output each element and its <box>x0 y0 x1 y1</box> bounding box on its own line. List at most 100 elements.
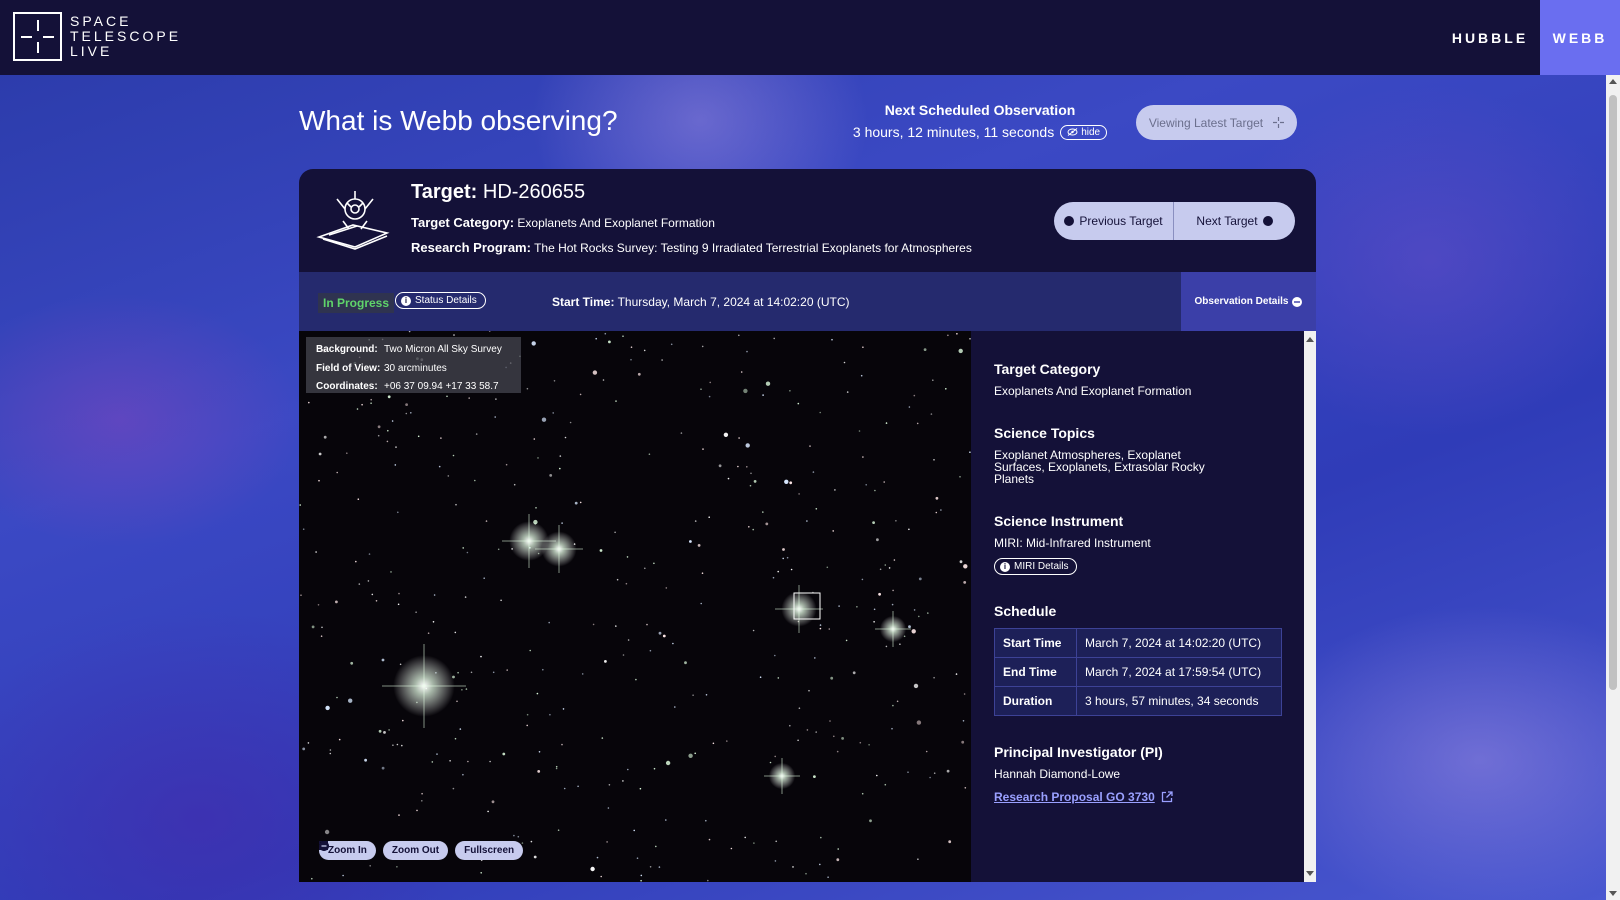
star <box>378 729 382 733</box>
star <box>665 819 667 821</box>
star <box>694 752 696 755</box>
star <box>324 829 330 835</box>
star <box>789 724 791 727</box>
star <box>962 720 965 722</box>
sky-survey-image[interactable]: Background: Two Micron All Sky Survey Fie… <box>299 331 971 882</box>
expand-icon <box>319 841 328 850</box>
star <box>396 743 399 746</box>
star <box>917 858 919 860</box>
star <box>449 760 451 762</box>
fullscreen-button[interactable]: Fullscreen <box>319 841 524 860</box>
star <box>604 332 607 335</box>
star <box>462 773 464 776</box>
miri-details-button[interactable]: i MIRI Details <box>994 558 1078 575</box>
star <box>812 471 815 473</box>
hide-countdown-button[interactable]: hide <box>1060 124 1108 140</box>
star <box>859 741 862 744</box>
star <box>836 858 840 862</box>
zoom-out-button[interactable]: Zoom Out <box>319 841 449 860</box>
star <box>364 758 367 762</box>
table-row: Start Time March 7, 2024 at 14:02:20 (UTC… <box>994 628 1282 658</box>
scroll-up-arrow-icon[interactable] <box>1306 337 1314 342</box>
research-proposal-link[interactable]: Research Proposal GO 3730 <box>994 790 1173 804</box>
star <box>440 437 442 439</box>
star <box>369 865 371 867</box>
star <box>336 471 338 474</box>
star <box>538 751 541 753</box>
star <box>559 467 561 470</box>
status-details-button[interactable]: i Status Details <box>395 292 486 309</box>
star <box>653 562 655 565</box>
star <box>453 334 455 336</box>
site-logo[interactable]: SPACE TELESCOPE LIVE <box>13 12 181 61</box>
star <box>492 671 495 674</box>
star <box>616 578 619 581</box>
star <box>918 615 920 618</box>
star <box>367 580 370 582</box>
star <box>398 592 400 595</box>
star <box>869 819 872 823</box>
next-target-button[interactable]: Next Target <box>1174 202 1295 240</box>
star <box>837 848 839 850</box>
star <box>431 761 434 763</box>
schedule-table: Start Time March 7, 2024 at 14:02:20 (UTC… <box>994 628 1282 716</box>
star <box>311 877 313 880</box>
star <box>730 847 733 850</box>
star <box>665 587 668 589</box>
star <box>908 406 911 408</box>
star <box>874 489 876 492</box>
status-badge: In Progress <box>318 293 395 313</box>
details-scrollbar[interactable] <box>1304 331 1316 882</box>
nav-webb[interactable]: WEBB <box>1540 0 1620 75</box>
target-label: Target: <box>411 181 478 203</box>
star <box>935 496 939 500</box>
star <box>410 412 412 414</box>
page-scroll-down-icon[interactable] <box>1609 891 1617 896</box>
countdown-text: 3 hours, 12 minutes, 11 seconds <box>852 124 1055 140</box>
nav-hubble[interactable]: HUBBLE <box>1440 0 1540 75</box>
star <box>694 520 697 522</box>
page-scroll-up-icon[interactable] <box>1609 79 1617 84</box>
star <box>335 600 338 604</box>
previous-target-label: Previous Target <box>1079 214 1163 228</box>
star <box>356 408 359 410</box>
observation-details-tab[interactable]: Observation Details <box>1181 272 1316 331</box>
star <box>553 380 556 382</box>
star <box>913 683 919 689</box>
star <box>552 412 554 414</box>
star <box>709 381 711 384</box>
viewing-latest-target-button[interactable]: Viewing Latest Target <box>1136 105 1297 140</box>
star <box>845 639 848 642</box>
star <box>625 582 628 585</box>
star <box>361 403 363 406</box>
previous-target-button[interactable]: Previous Target <box>1054 202 1174 240</box>
star <box>489 760 491 763</box>
star <box>829 720 831 722</box>
star <box>561 743 563 746</box>
star <box>827 876 829 878</box>
star <box>535 507 537 509</box>
page-scrollbar[interactable] <box>1606 75 1620 900</box>
star <box>342 874 344 877</box>
star <box>563 787 566 790</box>
star <box>408 331 411 333</box>
sky-image-info: Background: Two Micron All Sky Survey Fie… <box>306 337 521 393</box>
star <box>765 381 771 386</box>
scroll-down-arrow-icon[interactable] <box>1306 871 1314 876</box>
star <box>329 749 332 751</box>
star <box>604 660 607 663</box>
star <box>744 836 746 839</box>
star <box>317 604 320 606</box>
star <box>856 606 858 608</box>
pi-value: Hannah Diamond-Lowe <box>994 767 1121 781</box>
star <box>828 628 831 630</box>
page-scroll-thumb[interactable] <box>1609 95 1617 690</box>
star <box>885 422 888 424</box>
star <box>718 464 722 468</box>
star <box>759 676 762 678</box>
star <box>318 479 320 482</box>
star <box>701 345 704 348</box>
star <box>899 643 901 645</box>
star <box>542 668 544 671</box>
star <box>956 333 958 335</box>
